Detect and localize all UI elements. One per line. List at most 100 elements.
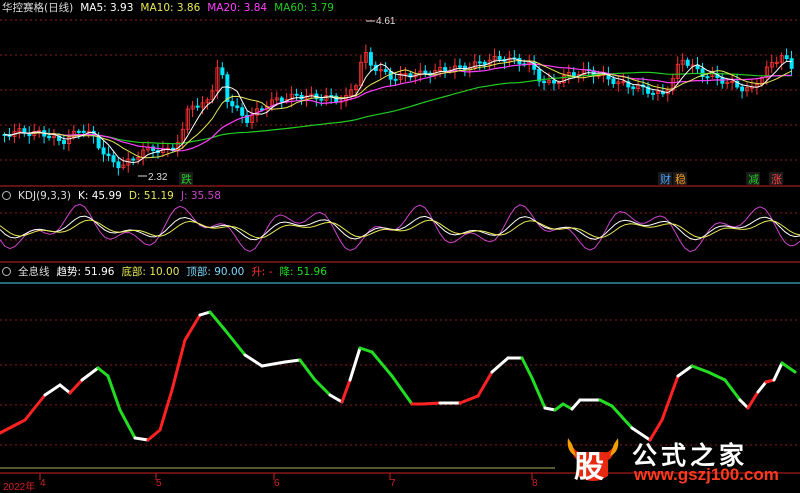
qxx-up-value: 升: - bbox=[251, 266, 273, 278]
candle-body bbox=[497, 56, 502, 60]
qxx-trend-segment bbox=[23, 393, 47, 422]
qxx-panel[interactable] bbox=[0, 310, 797, 442]
qxx-trend-segment bbox=[313, 378, 332, 397]
qxx-trend-segment bbox=[738, 398, 750, 410]
qxx-trend-segment bbox=[158, 388, 174, 432]
price-title[interactable]: 华控赛格(日线) bbox=[2, 0, 73, 16]
candle-body bbox=[611, 78, 616, 85]
qxx-trend-segment bbox=[170, 338, 187, 392]
ma10-line bbox=[4, 60, 792, 159]
qxx-trend-segment bbox=[298, 358, 317, 382]
candle-body bbox=[477, 61, 482, 64]
candle-body bbox=[631, 86, 636, 90]
ma20-line bbox=[4, 63, 792, 152]
qxx-trend-segment bbox=[610, 404, 634, 430]
qxx-trend-segment bbox=[756, 380, 768, 394]
qxx-down-value: 降: 51.96 bbox=[279, 266, 327, 278]
chart-stage[interactable]: 4.61 2.32 跌 财稳 减涨 bbox=[0, 0, 800, 491]
qxx-trend-segment bbox=[543, 406, 557, 412]
qxx-trend-segment bbox=[80, 366, 100, 382]
candle-body bbox=[101, 147, 106, 155]
indicator-settings-icon[interactable] bbox=[2, 191, 11, 200]
candle-body bbox=[294, 93, 299, 96]
kdj-k-value: K: 45.99 bbox=[77, 190, 122, 202]
qxx-trend-segment bbox=[458, 394, 480, 405]
qxx-header: 全息线 趋势: 51.96 底部: 10.00 顶部: 90.00 升: - 降… bbox=[0, 264, 327, 280]
kdj-panel[interactable] bbox=[0, 203, 800, 253]
qxx-trend-segment bbox=[520, 356, 534, 380]
qxx-top-value: 顶部: 90.00 bbox=[186, 266, 245, 278]
qxx-trend-segment bbox=[530, 376, 547, 410]
signal-marker: 涨 bbox=[771, 173, 782, 186]
candle-body bbox=[62, 140, 67, 144]
x-axis-month-label: 7 bbox=[390, 478, 396, 489]
kdj-k-line bbox=[0, 215, 800, 241]
qxx-trend-segment bbox=[420, 401, 442, 406]
candle-body bbox=[81, 130, 86, 133]
qxx-trend-segment bbox=[660, 374, 680, 422]
candle-body bbox=[220, 67, 225, 76]
candle-body bbox=[651, 92, 656, 95]
qxx-title[interactable]: 全息线 bbox=[18, 264, 50, 280]
candle-body bbox=[225, 74, 230, 102]
ma20-value: MA20: 3.84 bbox=[207, 2, 268, 14]
watermark-logo: 股 公式之家 www.gszj100.com bbox=[558, 434, 800, 491]
qxx-trend-segment bbox=[358, 346, 374, 354]
candle-body bbox=[116, 161, 121, 169]
candle-body bbox=[552, 80, 557, 84]
kdj-j-value: J: 35.58 bbox=[180, 190, 221, 202]
qxx-trend-segment bbox=[68, 378, 84, 395]
candle-body bbox=[106, 153, 111, 157]
price-header: 华控赛格(日线) MA5: 3.93 MA10: 3.86 MA20: 3.84… bbox=[0, 0, 334, 16]
high-price-label: 4.61 bbox=[376, 16, 396, 27]
watermark-url: www.gszj100.com bbox=[634, 465, 779, 484]
candle-body bbox=[131, 158, 136, 161]
candle-body bbox=[457, 65, 462, 68]
qxx-trend-segment bbox=[208, 310, 227, 332]
qxx-trend-segment bbox=[198, 310, 212, 317]
x-axis-month-label: 6 bbox=[274, 478, 280, 489]
qxx-trend-segment bbox=[96, 366, 110, 378]
low-price-label: 2.32 bbox=[148, 172, 168, 183]
candle-body bbox=[423, 70, 428, 74]
qxx-trend-segment bbox=[328, 393, 344, 404]
ma60-value: MA60: 3.79 bbox=[274, 2, 334, 14]
candle-body bbox=[388, 71, 393, 80]
kdj-j-line bbox=[0, 203, 800, 253]
qxx-trend-segment bbox=[570, 398, 582, 411]
qxx-trend-segment bbox=[58, 383, 72, 395]
qxx-trend-segment bbox=[0, 418, 27, 435]
candle-body bbox=[368, 52, 373, 66]
qxx-trend-segment bbox=[243, 353, 264, 368]
qxx-trend-segment bbox=[390, 374, 414, 406]
ma5-value: MA5: 3.93 bbox=[80, 2, 134, 14]
signal-marker: 跌 bbox=[181, 172, 192, 186]
candle-body bbox=[542, 80, 547, 84]
qxx-trend-segment bbox=[183, 313, 202, 342]
signal-marker: 减 bbox=[748, 173, 759, 186]
kdj-title[interactable]: KDJ(9,3,3) bbox=[18, 188, 71, 204]
candle-body bbox=[393, 78, 398, 81]
candle-body bbox=[230, 101, 235, 107]
candle-body bbox=[195, 105, 200, 108]
candle-body bbox=[96, 135, 101, 149]
qxx-trend-segment bbox=[146, 428, 162, 442]
candle-body bbox=[240, 107, 245, 116]
indicator-settings-icon[interactable] bbox=[2, 267, 11, 276]
kdj-header: KDJ(9,3,3) K: 45.99 D: 51.19 J: 35.58 bbox=[0, 188, 221, 204]
qxx-trend-segment bbox=[746, 390, 760, 410]
candle-body bbox=[685, 59, 690, 66]
candle-body bbox=[111, 155, 116, 163]
watermark-char: 股 bbox=[574, 450, 604, 485]
qxx-trend-segment bbox=[706, 370, 727, 382]
qxx-trend-segment bbox=[690, 364, 710, 374]
qxx-trend-segment bbox=[348, 346, 362, 382]
candle-body bbox=[462, 65, 467, 71]
qxx-trend-value: 趋势: 51.96 bbox=[56, 266, 115, 278]
candle-body bbox=[383, 69, 388, 72]
ma10-value: MA10: 3.86 bbox=[140, 2, 201, 14]
x-axis-month-label: 5 bbox=[156, 478, 162, 489]
candle-body bbox=[76, 130, 81, 133]
candle-body bbox=[789, 58, 794, 69]
x-axis-month-label: 4 bbox=[40, 478, 46, 489]
